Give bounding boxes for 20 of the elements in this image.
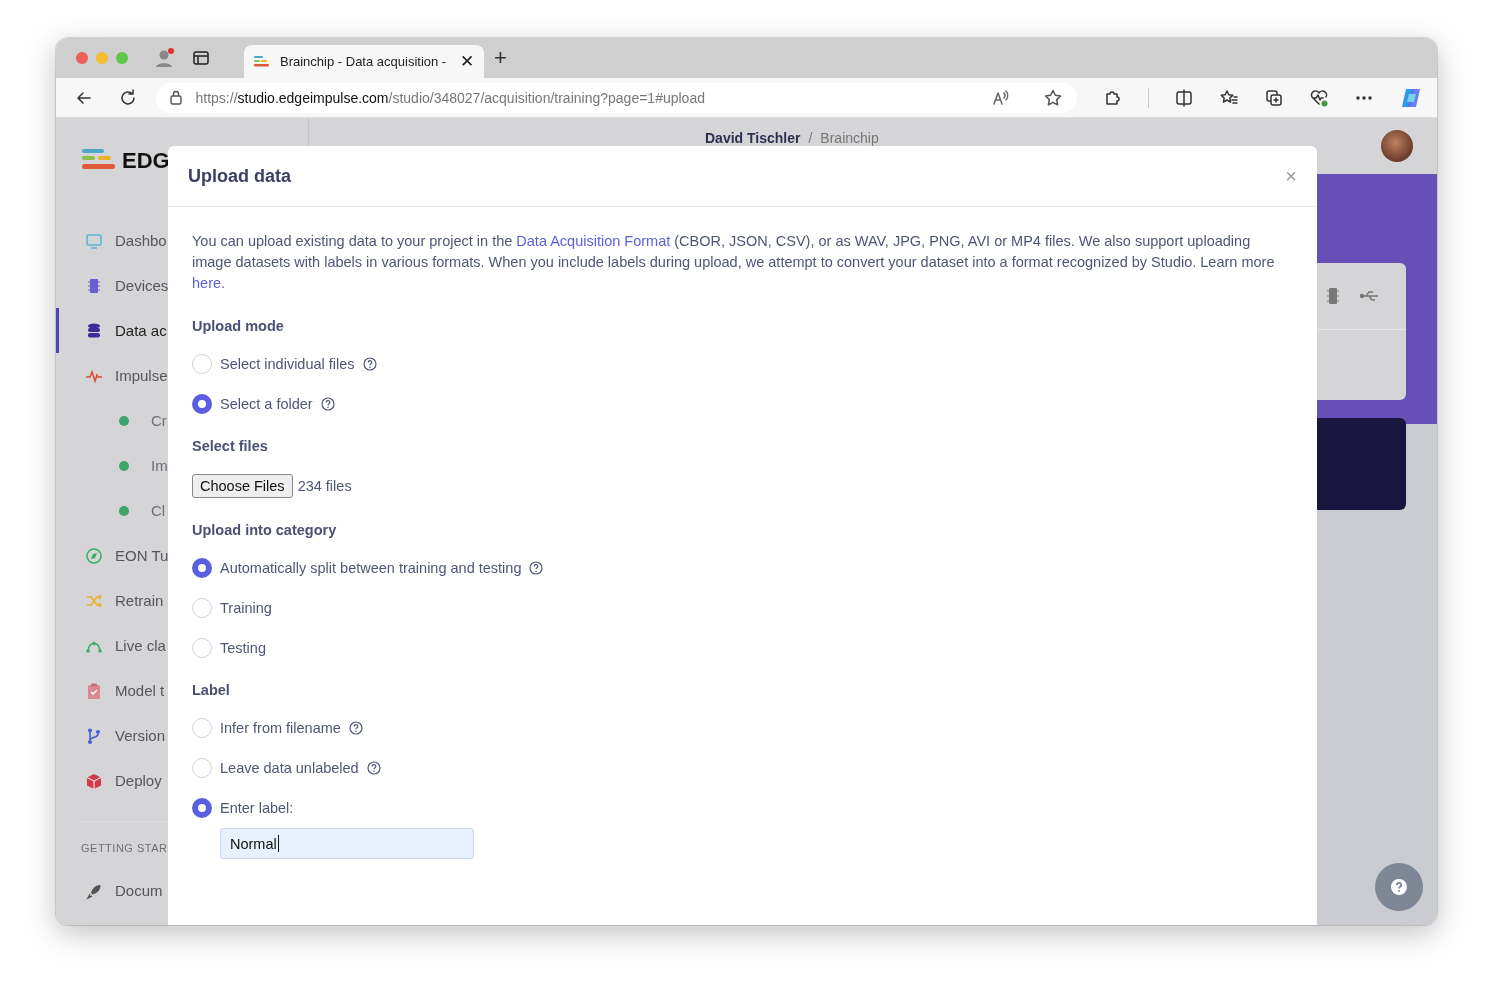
section-heading: Upload mode [192, 318, 285, 334]
option-label: Leave data unlabeled [220, 760, 359, 776]
option-label: Infer from filename [220, 720, 341, 736]
section-heading: Label [192, 682, 231, 698]
section-heading: Select files [192, 438, 269, 454]
logo-text: EDG [122, 148, 170, 174]
description-text: You can upload existing data to your project in the Data Acquisition Format (CBOR, JSON, CSV), or as WAV, JPG, PNG, AVI or MP4 files. We also support uploading image datasets with labels in various formats. When you include labels during upload, we attempt to convert your dataset into a format recognized by Studio. Learn more here. [192, 232, 1276, 293]
section-heading: GETTING STAR [81, 842, 168, 854]
option-label: Automatically split between training and testing [220, 560, 522, 576]
url-text: https://studio.edgeimpulse.com/studio/348027/acquisition/training?page=1#upload [195, 89, 706, 106]
option-label: Enter label: [220, 800, 294, 816]
file-count: 234 files [297, 478, 352, 494]
option-label: Training [220, 600, 272, 616]
section-heading: Upload into category [192, 522, 338, 538]
option-label: Select a folder [220, 396, 313, 412]
tab-title: Brainchip - Data acquisition - [280, 54, 448, 69]
option-label: Select individual files [220, 356, 355, 372]
dialog-title: Upload data [188, 165, 291, 187]
breadcrumb-separator: / [808, 130, 813, 146]
option-label: Testing [220, 640, 266, 656]
